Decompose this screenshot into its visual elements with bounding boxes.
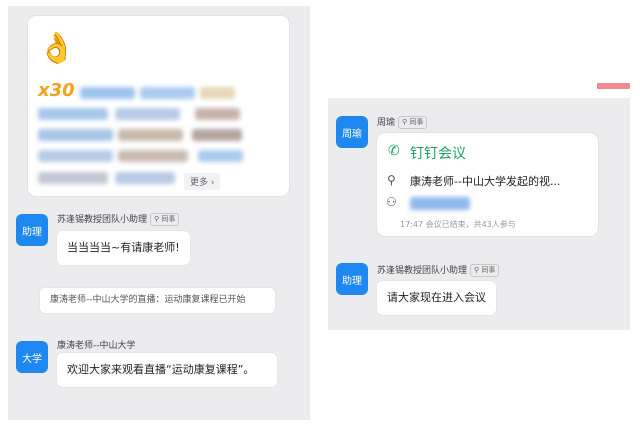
sender-name: 康涛老师--中山大学 [57,341,136,351]
avatar[interactable]: 周瑜 [336,116,368,148]
participants-avatars [410,197,470,210]
meeting-host-line: 康涛老师--中山大学发起的视... [410,175,561,188]
more-button[interactable]: 更多 › [184,173,221,190]
colleague-tag: ⚲ 同事 [470,264,500,277]
colleague-tag: ⚲ 同事 [398,116,428,129]
avatar[interactable]: 助理 [16,214,48,246]
avatar[interactable]: 大学 [16,341,48,373]
reaction-count: x30 [38,80,75,101]
colleague-tag: ⚲ 同事 [150,213,180,226]
sender-name: 苏逢锡教授团队小助理 ⚲ 同事 [377,263,500,277]
meeting-title: 钉钉会议 [410,146,466,162]
live-start-notice: 康涛老师--中山大学的直播：运动康复课程已开始 [40,288,275,313]
message-bubble: 请大家现在进入会议 [377,281,496,315]
sender-name: 周瑜 ⚲ 同事 [377,115,428,129]
message-bubble: 欢迎大家来观看直播“运动康复课程”。 [57,353,277,387]
ok-hand-emoji-icon: 👌 [38,31,76,66]
host-person-icon: ⚲ [387,173,396,187]
sender-name: 苏逢锡教授团队小助理 ⚲ 同事 [57,212,180,226]
avatar[interactable]: 助理 [336,263,368,295]
meeting-footer: 17:47 会议已结束，共43人参与 [400,220,516,229]
participants-icon: ⚇ [386,195,397,209]
phone-icon: ✆ [388,143,400,159]
message-bubble: 当当当当~有请康老师! [57,231,190,265]
pink-strip [597,83,630,89]
